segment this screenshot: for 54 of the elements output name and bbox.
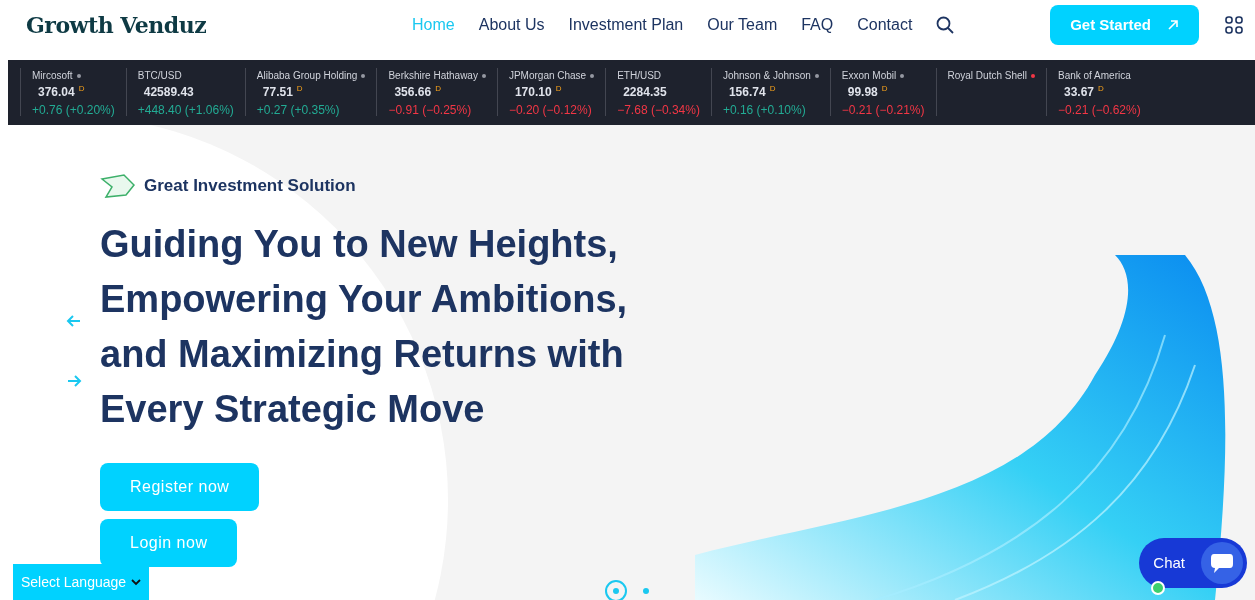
arrow-icon — [1167, 19, 1179, 31]
nav-link[interactable]: About Us — [478, 13, 545, 37]
ticker-change: +0.16 (+0.10%) — [722, 102, 807, 119]
previous-arrow-icon[interactable] — [66, 315, 82, 327]
chevron-down-icon — [131, 578, 141, 586]
slide-dot[interactable] — [643, 588, 649, 594]
delay-mark: D — [1098, 83, 1104, 95]
ticker-price: 376.04 — [38, 84, 75, 101]
ticker-name[interactable]: Exxon Mobil — [841, 68, 897, 83]
delay-mark: D — [78, 83, 85, 95]
search-icon[interactable] — [936, 16, 955, 34]
ticker-name[interactable]: Royal Dutch Shell — [947, 68, 1027, 83]
arrow-tag-icon — [100, 173, 136, 199]
ticker-name[interactable]: Berkshire Hathaway — [388, 68, 478, 83]
nav-link[interactable]: Contact — [857, 13, 913, 37]
delay-mark: D — [555, 83, 562, 95]
hero-headline: Guiding You to New Heights, Empowering Your Ambitions, and Maximizing Returns with Every Strategic Move — [100, 222, 629, 432]
ticker-name[interactable]: Bank of America — [1058, 68, 1131, 83]
ticker-change: −0.21 (−0.21%) — [841, 102, 925, 119]
ticker-price: 42589.43 — [143, 84, 194, 101]
chat-button[interactable]: Chat — [1139, 538, 1247, 588]
ticker-change: −0.91 (−0.25%) — [388, 102, 473, 119]
ticker-name[interactable]: BTC/USD — [137, 68, 182, 83]
delay-mark: D — [435, 83, 441, 95]
delay-mark: D — [769, 83, 776, 95]
delay-mark: D — [296, 83, 303, 95]
ticker-price: 2284.35 — [623, 84, 667, 101]
next-arrow-icon[interactable] — [66, 375, 82, 387]
ticker-change: +448.40 (+1.06%) — [137, 102, 234, 119]
ticker-change: −7.68 (−0.34%) — [617, 102, 700, 119]
grid-menu-icon[interactable] — [1225, 16, 1243, 34]
ticker-price: 356.66 — [394, 84, 432, 101]
ticker-price: 170.10 — [514, 84, 552, 101]
ticker-name[interactable]: ETH/USD — [617, 68, 662, 83]
ticker-name[interactable]: Johnson & Johnson — [722, 68, 811, 83]
logo[interactable]: Growth Venduz — [26, 8, 207, 42]
ticker-price: 99.98 — [847, 84, 878, 101]
ticker-price: 33.67 — [1064, 84, 1094, 101]
nav-link[interactable]: Our Team — [707, 13, 778, 37]
ticker-name[interactable]: Alibaba Group Holding — [256, 68, 358, 83]
ticker-change: −0.21 (−0.62%) — [1058, 102, 1141, 119]
tagline: Great Investment Solution — [144, 175, 356, 198]
slide-dot[interactable] — [605, 580, 627, 600]
delay-mark: D — [881, 83, 888, 95]
nav-link[interactable]: Investment Plan — [568, 13, 684, 37]
nav-link[interactable]: FAQ — [801, 13, 834, 37]
speech-bubble-icon — [1210, 552, 1234, 574]
ticker-change: −0.20 (−0.12%) — [508, 102, 593, 119]
ticker-name[interactable]: Mircosoft — [32, 68, 73, 83]
ticker-price: 77.51 — [262, 84, 293, 101]
ticker-change: +0.27 (+0.35%) — [256, 102, 341, 119]
ticker-price: 156.74 — [728, 84, 766, 101]
ticker-change: +0.76 (+0.20%) — [32, 102, 115, 119]
ticker-name[interactable]: JPMorgan Chase — [508, 68, 587, 83]
